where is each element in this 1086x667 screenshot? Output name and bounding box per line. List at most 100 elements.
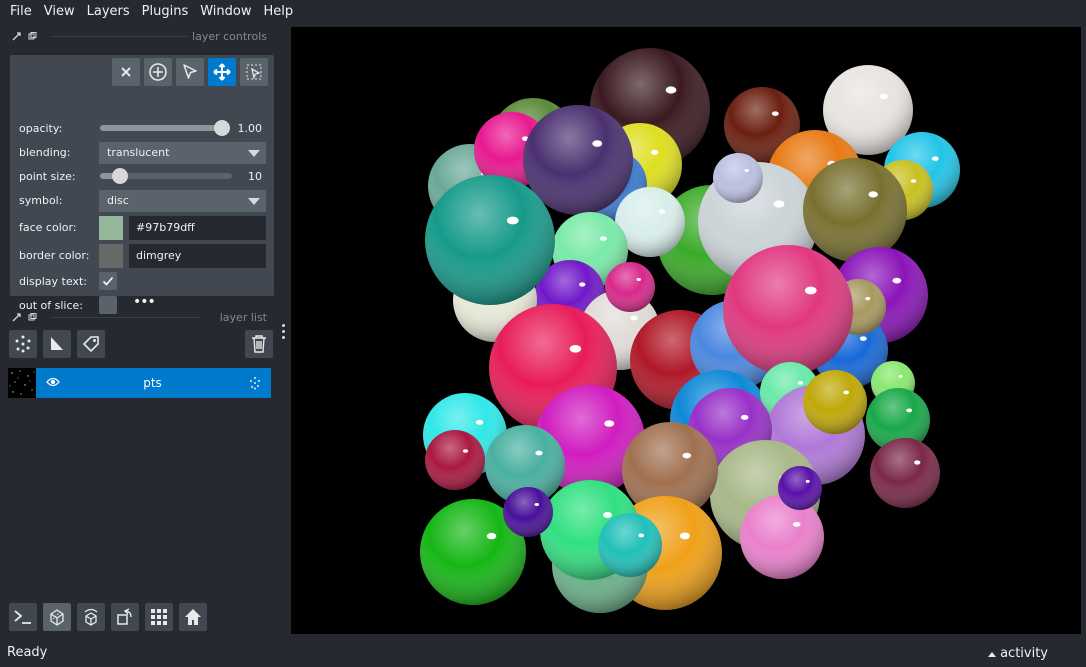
layer-name[interactable]: pts [90, 376, 215, 390]
grid-view-button[interactable] [145, 603, 173, 631]
sphere-highlight [771, 111, 779, 116]
left-dock: layer controls opacity: 1.00 blending: t… [0, 24, 291, 634]
sphere-highlight [535, 450, 543, 456]
sphere-highlight [650, 149, 659, 155]
more-options-handle[interactable] [282, 324, 286, 339]
eye-icon[interactable] [46, 376, 60, 391]
point-size-label: point size: [19, 170, 76, 183]
transform-button[interactable] [240, 58, 268, 86]
sphere-highlight [638, 533, 645, 538]
face-color-swatch[interactable] [99, 216, 123, 240]
symbol-select[interactable]: disc [99, 190, 266, 212]
layer-item-pts[interactable]: pts [8, 368, 271, 398]
sphere-highlight [665, 86, 677, 94]
viewer-canvas[interactable] [291, 27, 1081, 634]
sphere-highlight [892, 277, 902, 284]
select-points-button[interactable] [176, 58, 204, 86]
sphere-highlight [797, 381, 804, 385]
display-text-checkbox[interactable] [99, 272, 117, 290]
console-button[interactable] [9, 603, 37, 631]
border-color-swatch[interactable] [99, 244, 123, 268]
home-button[interactable] [179, 603, 207, 631]
close-dock-icon[interactable] [10, 311, 22, 323]
splitter-handle[interactable]: ••• [133, 295, 156, 309]
menu-bar: File View Layers Plugins Window Help [0, 0, 1086, 24]
activity-label: activity [1000, 646, 1048, 661]
move-arrows-icon [213, 63, 231, 81]
sphere-shading [425, 430, 485, 490]
new-points-layer-button[interactable] [9, 330, 37, 358]
opacity-slider[interactable] [100, 120, 230, 136]
sphere-highlight [879, 93, 888, 100]
sphere-highlight [906, 408, 913, 413]
close-icon [121, 67, 131, 77]
sphere-highlight [898, 374, 903, 378]
new-labels-layer-button[interactable] [77, 330, 105, 358]
transpose-icon [117, 608, 132, 625]
point-size-slider-handle[interactable] [112, 168, 128, 184]
menu-layers[interactable]: Layers [81, 0, 136, 24]
tag-icon [82, 336, 99, 353]
sphere-highlight [910, 179, 917, 183]
sphere-highlight [630, 315, 638, 321]
float-dock-icon[interactable] [26, 311, 38, 323]
dashed-select-icon [246, 64, 262, 80]
chevron-down-icon [248, 198, 260, 205]
face-color-input[interactable]: #97b79dff [129, 216, 266, 240]
sphere-highlight [805, 479, 810, 483]
blending-select[interactable]: translucent [99, 142, 266, 164]
menu-help[interactable]: Help [258, 0, 300, 24]
grid-icon [151, 609, 167, 625]
status-text: Ready [7, 645, 48, 660]
sphere-highlight [604, 420, 615, 427]
close-dock-icon[interactable] [10, 30, 22, 42]
sphere-highlight [534, 503, 539, 506]
cube-3d-icon [50, 609, 64, 626]
delete-layer-button[interactable] [245, 330, 273, 358]
border-color-input[interactable]: dimgrey [129, 244, 266, 268]
sphere-shading [713, 153, 763, 203]
ndisplay-toggle-button[interactable] [43, 603, 71, 631]
terminal-icon [14, 610, 31, 624]
chevron-down-icon [248, 150, 260, 157]
transpose-button[interactable] [111, 603, 139, 631]
point-size-slider[interactable] [100, 168, 232, 184]
menu-plugins[interactable]: Plugins [136, 0, 195, 24]
sphere-highlight [486, 532, 497, 540]
new-shapes-layer-button[interactable] [43, 330, 71, 358]
activity-button[interactable]: activity [988, 646, 1048, 661]
sphere-highlight [868, 191, 878, 198]
opacity-slider-handle[interactable] [214, 120, 230, 136]
sphere-highlight [603, 512, 612, 518]
sphere-shading [598, 513, 662, 577]
shapes-icon [51, 337, 63, 350]
points-icon [15, 335, 31, 353]
sphere-shading [778, 466, 822, 510]
select-arrow-icon [183, 64, 197, 79]
checkmark-icon [102, 276, 114, 286]
layer-controls-header: layer controls [10, 29, 270, 43]
layer-list-title: layer list [215, 310, 267, 324]
menu-view[interactable]: View [38, 0, 81, 24]
sphere-highlight [506, 216, 519, 225]
points-layer-type-icon [248, 376, 262, 393]
sphere-shading [740, 495, 824, 579]
home-icon [185, 609, 201, 625]
sphere-highlight [682, 452, 692, 459]
add-circle-icon [149, 63, 167, 81]
sphere-highlight [773, 200, 785, 208]
sphere-highlight [636, 278, 641, 281]
sphere-highlight [462, 449, 469, 453]
roll-dims-button[interactable] [77, 603, 105, 631]
sphere-highlight [865, 296, 871, 301]
float-dock-icon[interactable] [26, 30, 38, 42]
sphere-shading [870, 438, 940, 508]
delete-points-button[interactable] [112, 58, 140, 86]
blending-value: translucent [107, 146, 170, 159]
opacity-value: 1.00 [237, 122, 263, 135]
menu-window[interactable]: Window [194, 0, 257, 24]
status-bar: Ready activity [0, 640, 1086, 667]
pan-zoom-button[interactable] [208, 58, 236, 86]
menu-file[interactable]: File [4, 0, 38, 24]
add-points-button[interactable] [144, 58, 172, 86]
